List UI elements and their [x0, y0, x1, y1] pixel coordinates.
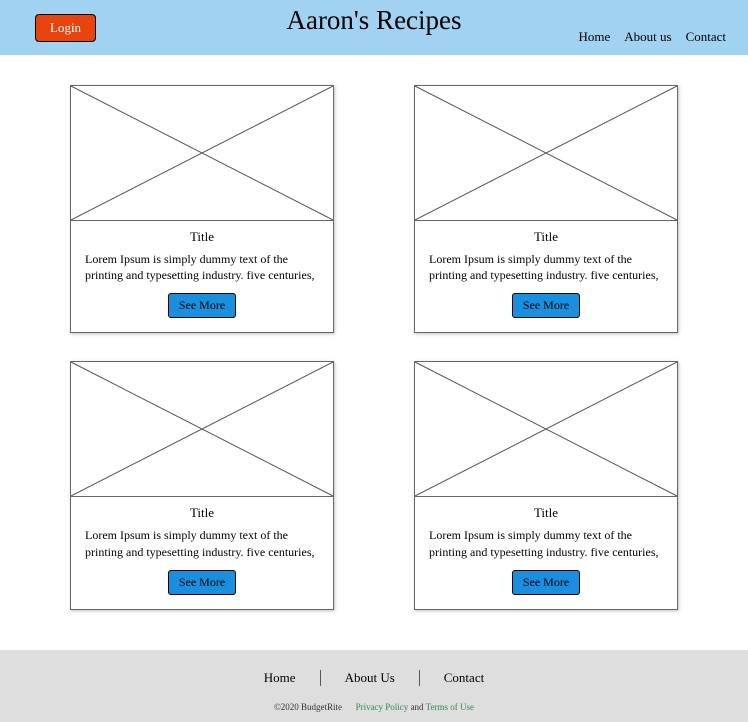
recipe-card: Title Lorem Ipsum is simply dummy text o… [70, 85, 334, 333]
card-description: Lorem Ipsum is simply dummy text of the … [429, 251, 663, 283]
see-more-button[interactable]: See More [512, 293, 580, 318]
login-button[interactable]: Login [35, 14, 96, 42]
footer: Home About Us Contact ©2020 BudgetRite P… [0, 650, 748, 722]
see-more-button[interactable]: See More [168, 293, 236, 318]
content-grid: Title Lorem Ipsum is simply dummy text o… [0, 55, 748, 650]
card-description: Lorem Ipsum is simply dummy text of the … [85, 251, 319, 283]
card-title: Title [429, 229, 663, 245]
header: Login Aaron's Recipes Home About us Cont… [0, 0, 748, 55]
nav-about[interactable]: About us [624, 29, 671, 45]
site-title: Aaron's Recipes [286, 5, 461, 36]
card-body: Title Lorem Ipsum is simply dummy text o… [71, 221, 333, 332]
nav-contact[interactable]: Contact [686, 29, 726, 45]
recipe-card: Title Lorem Ipsum is simply dummy text o… [414, 85, 678, 333]
card-description: Lorem Ipsum is simply dummy text of the … [429, 527, 663, 559]
card-title: Title [85, 229, 319, 245]
card-title: Title [85, 505, 319, 521]
card-title: Title [429, 505, 663, 521]
card-body: Title Lorem Ipsum is simply dummy text o… [415, 497, 677, 608]
card-description: Lorem Ipsum is simply dummy text of the … [85, 527, 319, 559]
nav-home[interactable]: Home [578, 29, 610, 45]
card-body: Title Lorem Ipsum is simply dummy text o… [415, 221, 677, 332]
recipe-card: Title Lorem Ipsum is simply dummy text o… [414, 361, 678, 609]
footer-nav-home[interactable]: Home [240, 670, 320, 686]
footer-nav-about[interactable]: About Us [321, 670, 419, 686]
image-placeholder [71, 362, 333, 497]
card-body: Title Lorem Ipsum is simply dummy text o… [71, 497, 333, 608]
see-more-button[interactable]: See More [512, 570, 580, 595]
footer-nav: Home About Us Contact [0, 670, 748, 686]
recipe-card: Title Lorem Ipsum is simply dummy text o… [70, 361, 334, 609]
footer-nav-contact[interactable]: Contact [420, 670, 508, 686]
see-more-button[interactable]: See More [168, 570, 236, 595]
image-placeholder [415, 86, 677, 221]
image-placeholder [71, 86, 333, 221]
header-nav: Home About us Contact [578, 29, 726, 45]
image-placeholder [415, 362, 677, 497]
